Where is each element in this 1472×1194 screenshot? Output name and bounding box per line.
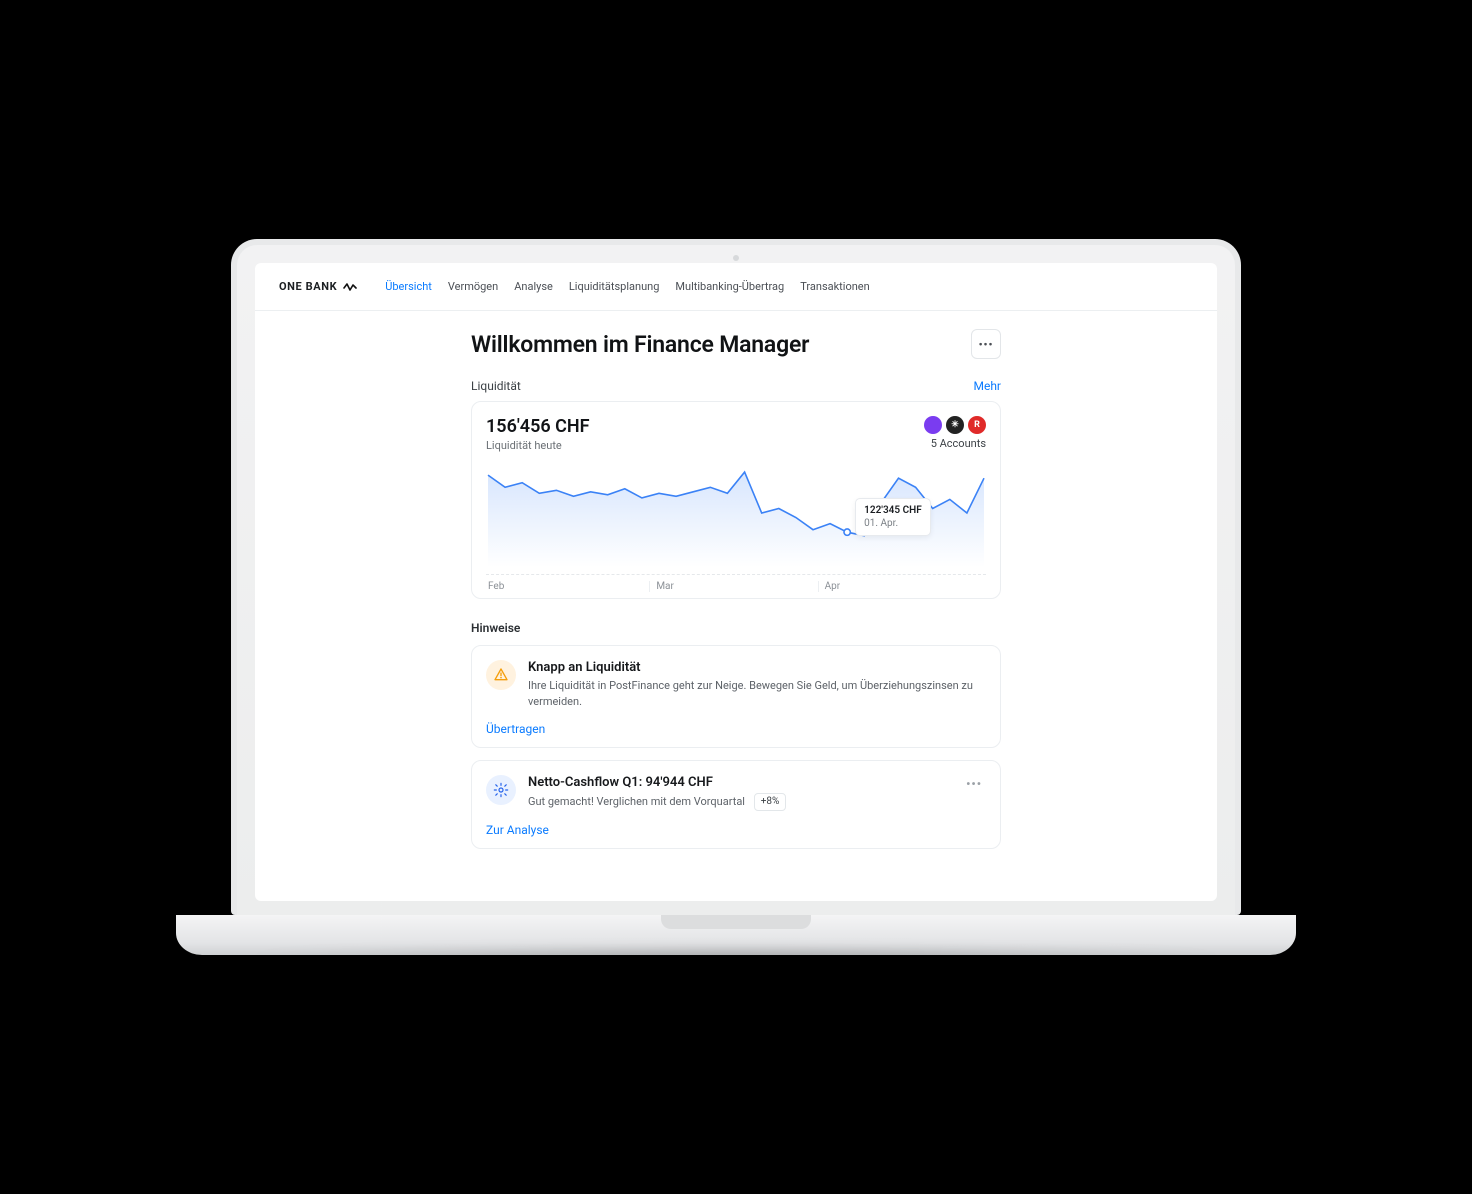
liquidity-chart[interactable]: 122'345 CHF 01. Apr. <box>486 458 986 568</box>
axis-tick-feb: Feb <box>486 581 649 592</box>
liquidity-card: 156'456 CHF Liquidität heute ✳ R <box>471 401 1001 599</box>
nav-item-uebersicht[interactable]: Übersicht <box>385 280 432 293</box>
account-badge-1-icon <box>924 416 942 434</box>
warning-icon <box>486 660 516 690</box>
hint-more-button[interactable]: ••• <box>962 775 986 793</box>
nav-item-multibanking[interactable]: Multibanking-Übertrag <box>675 280 784 293</box>
page-more-button[interactable]: ••• <box>971 329 1001 359</box>
hint-card-cashflow: Netto-Cashflow Q1: 94'944 CHF Gut gemach… <box>471 760 1001 850</box>
hint-title: Knapp an Liquidität <box>528 660 986 675</box>
brand-name: ONE BANK <box>279 280 337 293</box>
laptop-lid: ONE BANK Übersicht Vermögen Analyse Liqu… <box>231 239 1241 915</box>
gear-icon <box>486 775 516 805</box>
camera-dot <box>733 255 739 261</box>
main-nav: Übersicht Vermögen Analyse Liquiditätspl… <box>385 280 869 293</box>
tooltip-date: 01. Apr. <box>864 517 922 530</box>
content-column: Willkommen im Finance Manager ••• Liquid… <box>471 329 1001 861</box>
page-title: Willkommen im Finance Manager <box>471 331 809 358</box>
liquidity-amount: 156'456 CHF <box>486 416 590 437</box>
hint-title: Netto-Cashflow Q1: 94'944 CHF <box>528 775 950 790</box>
account-badge-3-icon: R <box>968 416 986 434</box>
liquidity-more-link[interactable]: Mehr <box>973 379 1001 393</box>
accounts-summary: ✳ R 5 Accounts <box>924 416 986 450</box>
nav-item-liquiditaetsplanung[interactable]: Liquiditätsplanung <box>569 280 660 293</box>
liquidity-subtitle: Liquidität heute <box>486 439 590 452</box>
delta-pill: +8% <box>754 793 787 812</box>
tooltip-value: 122'345 CHF <box>864 504 922 517</box>
account-badge-2-icon: ✳ <box>946 416 964 434</box>
hint-action-analysis[interactable]: Zur Analyse <box>486 823 549 837</box>
accounts-count: 5 Accounts <box>924 437 986 450</box>
chart-tooltip: 122'345 CHF 01. Apr. <box>855 498 931 536</box>
axis-tick-apr: Apr <box>818 581 986 592</box>
hints-section-label: Hinweise <box>471 621 1001 635</box>
more-icon: ••• <box>979 338 994 351</box>
liquidity-section-label: Liquidität <box>471 379 521 393</box>
brand-logo-icon <box>343 281 357 293</box>
hint-action-transfer[interactable]: Übertragen <box>486 722 545 736</box>
laptop-base <box>176 915 1296 955</box>
laptop-frame: ONE BANK Übersicht Vermögen Analyse Liqu… <box>176 239 1296 955</box>
hint-description: Ihre Liquidität in PostFinance geht zur … <box>528 678 986 710</box>
nav-item-analyse[interactable]: Analyse <box>514 280 553 293</box>
nav-item-transaktionen[interactable]: Transaktionen <box>800 280 870 293</box>
hint-description: Gut gemacht! Verglichen mit dem Vorquart… <box>528 793 950 812</box>
app-header: ONE BANK Übersicht Vermögen Analyse Liqu… <box>255 263 1217 311</box>
hint-card-liquidity-warning: Knapp an Liquidität Ihre Liquidität in P… <box>471 645 1001 748</box>
axis-tick-mar: Mar <box>649 581 817 592</box>
app-screen: ONE BANK Übersicht Vermögen Analyse Liqu… <box>255 263 1217 901</box>
chart-x-axis: Feb Mar Apr <box>486 574 986 592</box>
hint-desc-text: Gut gemacht! Verglichen mit dem Vorquart… <box>528 795 745 808</box>
nav-item-vermoegen[interactable]: Vermögen <box>448 280 498 293</box>
brand: ONE BANK <box>279 280 357 293</box>
